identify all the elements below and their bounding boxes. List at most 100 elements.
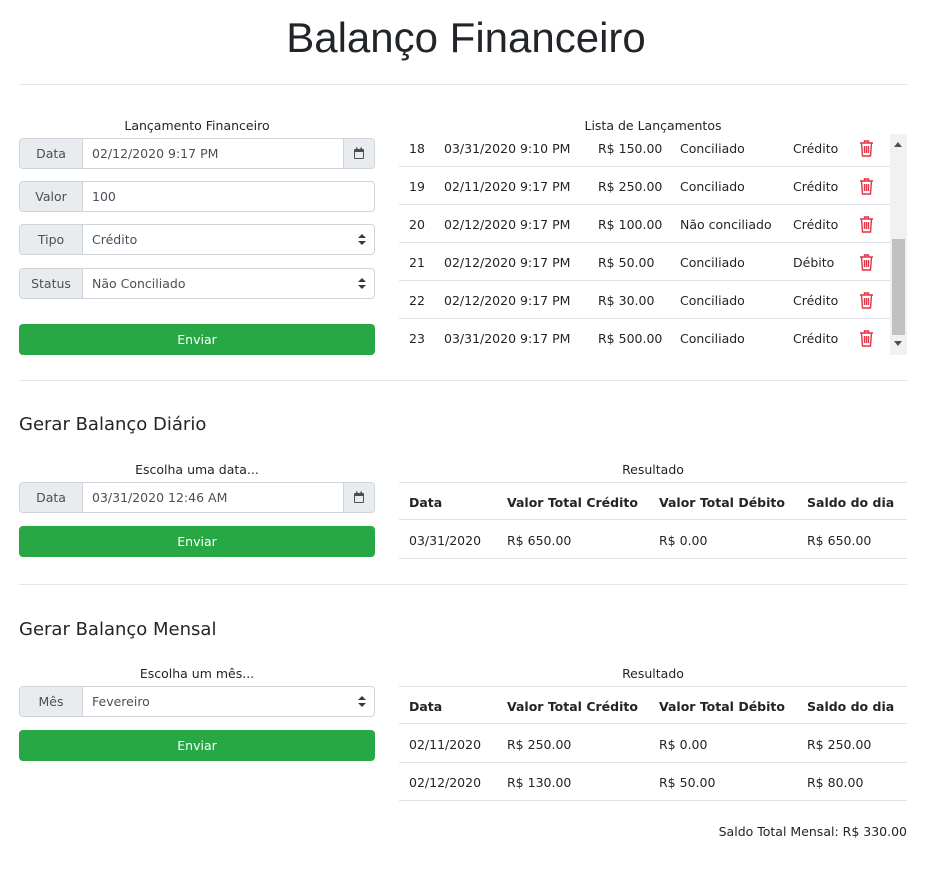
list-item-id: 21: [409, 254, 425, 270]
monthly-heading: Gerar Balanço Mensal: [19, 619, 217, 640]
valor-group: Valor 100: [19, 181, 375, 212]
list-item-status: Conciliado: [680, 254, 745, 270]
table-cell: 02/11/2020: [409, 736, 482, 752]
calendar-icon[interactable]: [343, 139, 374, 168]
monthly-caption: Escolha um mês...: [139, 666, 255, 681]
list-item-id: 20: [409, 216, 425, 232]
trash-icon[interactable]: [859, 205, 874, 243]
table-header-cell: Valor Total Crédito: [507, 698, 638, 714]
list-item: 21 02/12/2020 9:17 PM R$ 50.00 Conciliad…: [399, 243, 890, 281]
list-item-type: Crédito: [793, 330, 839, 346]
list-item-type: Débito: [793, 254, 835, 270]
table-cell: R$ 130.00: [507, 774, 572, 790]
table-cell: R$ 250.00: [507, 736, 572, 752]
select-caret-icon: [350, 225, 374, 254]
list-item-date: 02/12/2020 9:17 PM: [444, 292, 571, 308]
list-item: 20 02/12/2020 9:17 PM R$ 100.00 Não conc…: [399, 205, 890, 243]
list-item-id: 23: [409, 330, 425, 346]
table-header-cell: Valor Total Débito: [659, 698, 785, 714]
table-header-cell: Valor Total Crédito: [507, 494, 638, 510]
daily-date-label: Data: [20, 483, 83, 512]
list-item-amount: R$ 100.00: [598, 216, 663, 232]
status-select[interactable]: Não Conciliado: [83, 269, 350, 298]
list-item-id: 22: [409, 292, 425, 308]
daily-date-input[interactable]: 03/31/2020 12:46 AM: [83, 483, 343, 512]
list-item-type: Crédito: [793, 178, 839, 194]
monthly-submit-button[interactable]: Enviar: [19, 730, 375, 761]
list-item-amount: R$ 50.00: [598, 254, 655, 270]
page-title: Balanço Financeiro: [286, 14, 646, 61]
list-scrollbar[interactable]: [890, 134, 907, 355]
list-item: 23 03/31/2020 9:17 PM R$ 500.00 Concilia…: [399, 319, 890, 355]
launch-list-caption: Lista de Lançamentos: [584, 118, 722, 133]
table-header-cell: Data: [409, 698, 443, 714]
tipo-label: Tipo: [20, 225, 83, 254]
scroll-up-arrow-icon[interactable]: [894, 142, 902, 147]
scrollbar-thumb[interactable]: [892, 239, 905, 335]
table-cell: R$ 0.00: [659, 736, 708, 752]
list-item-type: Crédito: [793, 140, 839, 156]
list-item-status: Conciliado: [680, 140, 745, 156]
list-item: 19 02/11/2020 9:17 PM R$ 250.00 Concilia…: [399, 167, 890, 205]
launch-date-label: Data: [20, 139, 83, 168]
list-item: 18 03/31/2020 9:10 PM R$ 150.00 Concilia…: [399, 134, 890, 167]
daily-caption: Escolha uma data...: [135, 462, 259, 477]
list-item-date: 03/31/2020 9:17 PM: [444, 330, 571, 346]
list-item-date: 03/31/2020 9:10 PM: [444, 140, 571, 156]
list-item-id: 18: [409, 140, 425, 156]
launch-form-caption: Lançamento Financeiro: [124, 118, 270, 133]
list-item-type: Crédito: [793, 292, 839, 308]
tipo-group: Tipo Crédito: [19, 224, 375, 255]
divider: [19, 380, 907, 381]
list-item-status: Conciliado: [680, 178, 745, 194]
tipo-select[interactable]: Crédito: [83, 225, 350, 254]
trash-icon[interactable]: [859, 281, 874, 319]
status-label: Status: [20, 269, 83, 298]
month-group: Mês Fevereiro: [19, 686, 375, 717]
valor-label: Valor: [20, 182, 83, 211]
divider: [19, 584, 907, 585]
table-row: 02/12/2020 R$ 130.00 R$ 50.00 R$ 80.00: [399, 763, 907, 801]
list-item-status: Conciliado: [680, 292, 745, 308]
list-item-date: 02/12/2020 9:17 PM: [444, 254, 571, 270]
table-cell: R$ 650.00: [807, 532, 872, 548]
table-cell: R$ 650.00: [507, 532, 572, 548]
table-header-cell: Valor Total Débito: [659, 494, 785, 510]
table-header-cell: Data: [409, 494, 443, 510]
daily-heading: Gerar Balanço Diário: [19, 414, 207, 435]
launch-date-group: Data 02/12/2020 9:17 PM: [19, 138, 375, 169]
list-item-date: 02/12/2020 9:17 PM: [444, 216, 571, 232]
valor-input[interactable]: 100: [83, 182, 374, 211]
launch-date-input[interactable]: 02/12/2020 9:17 PM: [83, 139, 343, 168]
table-cell: R$ 250.00: [807, 736, 872, 752]
monthly-result-caption: Resultado: [622, 666, 684, 681]
daily-result-caption: Resultado: [622, 462, 684, 477]
table-cell: R$ 50.00: [659, 774, 716, 790]
divider: [19, 84, 907, 85]
list-item-date: 02/11/2020 9:17 PM: [444, 178, 571, 194]
scroll-down-arrow-icon[interactable]: [894, 341, 902, 346]
launch-submit-button[interactable]: Enviar: [19, 324, 375, 355]
daily-submit-button[interactable]: Enviar: [19, 526, 375, 557]
trash-icon[interactable]: [859, 134, 874, 167]
table-header-row: Data Valor Total Crédito Valor Total Déb…: [399, 482, 907, 520]
table-header-cell: Saldo do dia: [807, 494, 895, 510]
table-cell: R$ 80.00: [807, 774, 864, 790]
trash-icon[interactable]: [859, 319, 874, 355]
list-item-amount: R$ 30.00: [598, 292, 655, 308]
list-item-status: Conciliado: [680, 330, 745, 346]
launch-list[interactable]: 18 03/31/2020 9:10 PM R$ 150.00 Concilia…: [399, 134, 907, 355]
calendar-icon[interactable]: [343, 483, 374, 512]
select-caret-icon: [350, 687, 374, 716]
trash-icon[interactable]: [859, 243, 874, 281]
list-item-status: Não conciliado: [680, 216, 772, 232]
table-cell: R$ 0.00: [659, 532, 708, 548]
select-caret-icon: [350, 269, 374, 298]
list-item-amount: R$ 500.00: [598, 330, 663, 346]
table-row: 03/31/2020 R$ 650.00 R$ 0.00 R$ 650.00: [399, 521, 907, 559]
month-select[interactable]: Fevereiro: [83, 687, 350, 716]
trash-icon[interactable]: [859, 167, 874, 205]
list-item-type: Crédito: [793, 216, 839, 232]
table-header-cell: Saldo do dia: [807, 698, 895, 714]
daily-date-group: Data 03/31/2020 12:46 AM: [19, 482, 375, 513]
